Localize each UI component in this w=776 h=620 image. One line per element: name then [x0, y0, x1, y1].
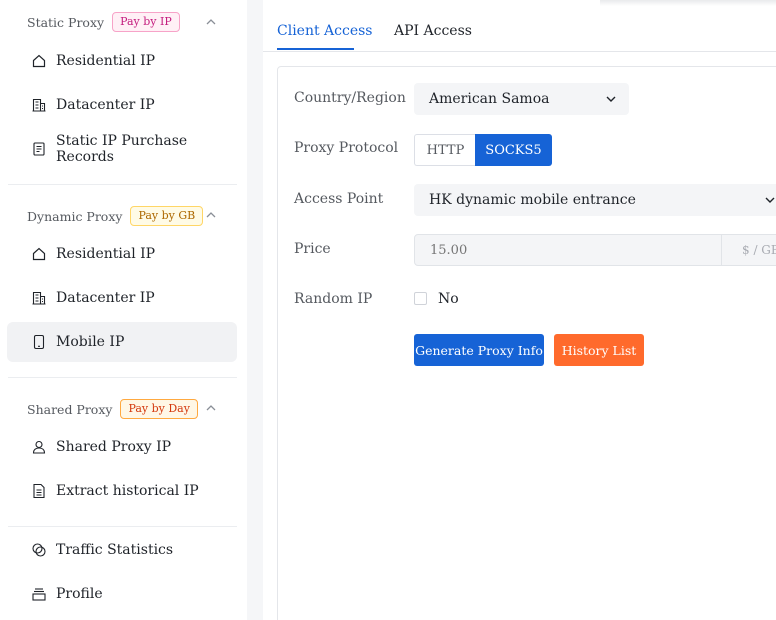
sidebar-item-label: Extract historical IP	[56, 483, 199, 499]
sidebar-item-profile[interactable]: Profile	[7, 574, 237, 614]
sidebar-item-label: Mobile IP	[56, 334, 125, 350]
group-header-dynamic-proxy[interactable]: Dynamic Proxy Pay by GB	[27, 206, 204, 226]
access-point-select[interactable]: HK dynamic mobile entrance	[414, 184, 776, 216]
sidebar-item-dynamic-datacenter-ip[interactable]: Datacenter IP	[7, 278, 237, 318]
generate-proxy-info-button[interactable]: Generate Proxy Info	[414, 334, 544, 366]
sidebar-item-label: Static IP Purchase Records	[56, 133, 188, 165]
sidebar-item-static-datacenter-ip[interactable]: Datacenter IP	[7, 85, 237, 125]
building-icon	[31, 290, 47, 306]
country-select[interactable]: American Samoa	[414, 83, 629, 115]
header-edge	[600, 0, 776, 6]
pay-badge: Pay by GB	[130, 206, 204, 226]
group-header-shared-proxy[interactable]: Shared Proxy Pay by Day	[27, 399, 198, 419]
tab-bar: Client Access API Access	[263, 0, 776, 52]
sidebar-divider	[8, 377, 237, 378]
active-tab-indicator	[277, 48, 354, 50]
group-title: Shared Proxy	[27, 401, 113, 417]
sidebar-item-label: Traffic Statistics	[56, 542, 174, 558]
sidebar-item-label: Residential IP	[56, 53, 156, 69]
group-title: Static Proxy	[27, 14, 105, 30]
building-icon	[31, 97, 47, 113]
document-icon	[31, 141, 47, 157]
pay-badge: Pay by IP	[112, 12, 180, 32]
sidebar-item-shared-proxy-ip[interactable]: Shared Proxy IP	[7, 427, 237, 467]
tab-api-access[interactable]: API Access	[394, 23, 472, 39]
chart-icon	[31, 542, 47, 558]
sidebar-item-label: Datacenter IP	[56, 290, 155, 306]
chevron-down-icon	[606, 96, 616, 102]
file-icon	[31, 483, 47, 499]
home-icon	[31, 53, 47, 69]
chevron-down-icon	[765, 197, 775, 203]
protocol-socks5-button[interactable]: SOCKS5	[475, 134, 552, 166]
main-content: Client Access API Access Country/Region …	[263, 0, 776, 620]
country-value: American Samoa	[429, 91, 550, 107]
user-icon	[31, 439, 47, 455]
random-ip-option[interactable]: No	[438, 291, 459, 307]
protocol-http-button[interactable]: HTTP	[414, 134, 476, 166]
price-field: $ / GB	[414, 234, 776, 266]
country-label: Country/Region	[294, 90, 406, 106]
sidebar-item-label: Profile	[56, 586, 103, 602]
access-point-value: HK dynamic mobile entrance	[429, 192, 636, 208]
chevron-up-icon[interactable]	[205, 402, 217, 414]
group-title: Dynamic Proxy	[27, 208, 123, 224]
price-label: Price	[294, 241, 331, 257]
random-ip-checkbox[interactable]	[414, 292, 427, 305]
chevron-up-icon[interactable]	[205, 209, 217, 221]
price-input[interactable]	[415, 235, 721, 265]
sidebar-item-static-ip-purchase-records[interactable]: Static IP Purchase Records	[7, 129, 237, 169]
access-point-label: Access Point	[294, 191, 384, 207]
chevron-up-icon[interactable]	[205, 16, 217, 28]
sidebar-item-label: Residential IP	[56, 246, 156, 262]
pay-badge: Pay by Day	[120, 399, 198, 419]
sidebar-divider	[8, 184, 237, 185]
mobile-icon	[31, 334, 47, 350]
sidebar: Static Proxy Pay by IP Residential IP Da…	[0, 0, 247, 620]
protocol-label: Proxy Protocol	[294, 140, 399, 156]
sidebar-item-static-residential-ip[interactable]: Residential IP	[7, 41, 237, 81]
random-ip-label: Random IP	[294, 291, 373, 307]
price-unit: $ / GB	[721, 235, 776, 265]
history-list-button[interactable]: History List	[554, 334, 644, 366]
sidebar-item-traffic-statistics[interactable]: Traffic Statistics	[7, 530, 237, 570]
sidebar-item-label: Datacenter IP	[56, 97, 155, 113]
sidebar-item-label: Shared Proxy IP	[56, 439, 172, 455]
sidebar-item-extract-historical-ip[interactable]: Extract historical IP	[7, 471, 237, 511]
sidebar-divider	[8, 526, 237, 527]
wallet-icon	[31, 586, 47, 602]
sidebar-item-dynamic-residential-ip[interactable]: Residential IP	[7, 234, 237, 274]
tab-client-access[interactable]: Client Access	[277, 23, 373, 39]
group-header-static-proxy[interactable]: Static Proxy Pay by IP	[27, 12, 180, 32]
home-icon	[31, 246, 47, 262]
sidebar-item-mobile-ip[interactable]: Mobile IP	[7, 322, 237, 362]
